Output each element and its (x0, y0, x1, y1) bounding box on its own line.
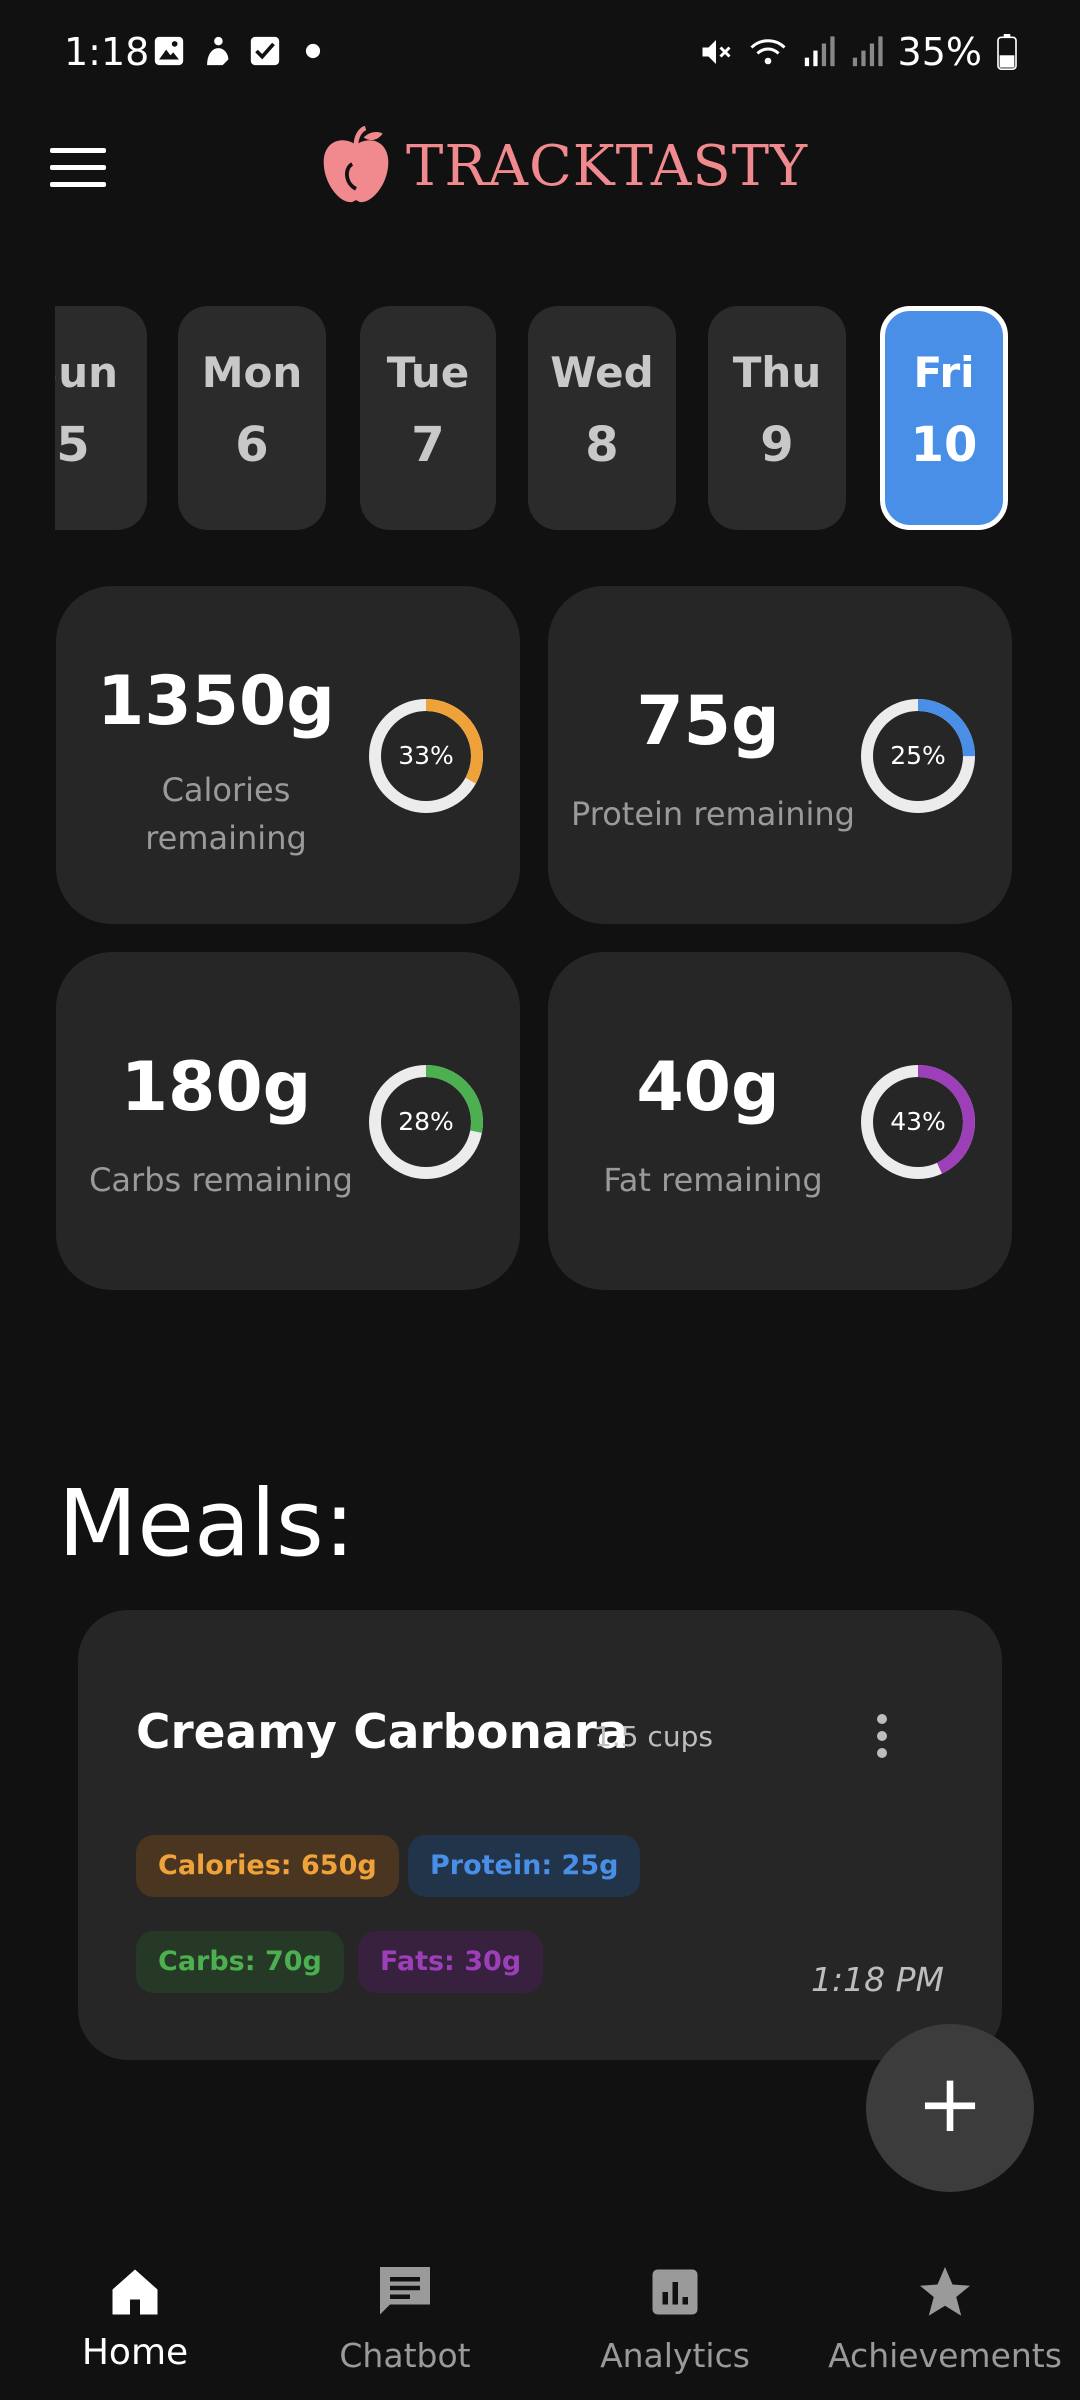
nav-chatbot[interactable]: Chatbot (270, 2228, 540, 2400)
day-date: 10 (910, 417, 978, 473)
fat-label: Fat remaining (603, 1161, 823, 1199)
day-date: 8 (585, 417, 619, 473)
protein-label: Protein remaining (571, 795, 855, 833)
carbs-value: 180g (120, 1048, 312, 1127)
system-icons: 35% (698, 30, 1018, 74)
bottom-navigation: Home Chatbot Analytics Achievements (0, 2228, 1080, 2400)
home-icon (112, 2269, 158, 2315)
day-date: 6 (235, 417, 269, 473)
day-date: 7 (411, 417, 445, 473)
star-icon (920, 2267, 970, 2316)
signal-icon-2 (852, 36, 883, 67)
day-date: 5 (56, 417, 90, 473)
day-sun[interactable]: Sun 5 (55, 306, 147, 530)
carbs-percent: 28% (398, 1107, 454, 1136)
protein-card[interactable]: 75g Protein remaining 25% (548, 586, 1012, 924)
meal-name: Creamy Carbonara (136, 1705, 629, 1760)
calories-label: Calories remaining (145, 771, 307, 857)
calories-card[interactable]: 1350g Calories remaining 33% (56, 586, 520, 924)
status-time: 1:18 (64, 30, 150, 74)
day-mon[interactable]: Mon 6 (178, 306, 326, 530)
hamburger-icon (50, 148, 106, 153)
day-name: Tue (386, 348, 470, 397)
carbs-chip: Carbs: 70g (136, 1931, 344, 1993)
day-name: Wed (550, 348, 654, 397)
mute-icon (702, 40, 731, 64)
nav-analytics-label: Analytics (600, 2336, 750, 2375)
nav-achievements[interactable]: Achievements (810, 2228, 1080, 2400)
calories-progress-ring: 33% (366, 696, 486, 816)
nav-home-label: Home (81, 2332, 189, 2373)
gallery-icon (154, 36, 184, 66)
protein-percent: 25% (890, 741, 946, 770)
battery-text: 35% (897, 30, 982, 74)
calories-value: 1350g (97, 662, 335, 741)
day-date: 9 (760, 417, 794, 473)
signal-icon (804, 36, 835, 67)
nav-chatbot-label: Chatbot (339, 2336, 471, 2375)
more-vert-icon (877, 1714, 887, 1724)
meals-heading: Meals: (58, 1470, 355, 1577)
app-name: TRACKTASTY (406, 133, 809, 199)
carbs-card[interactable]: 180g Carbs remaining 28% (56, 952, 520, 1290)
meal-card[interactable]: Creamy Carbonara 1.5 cups Calories: 650g… (78, 1610, 1002, 2060)
menu-button[interactable] (50, 148, 106, 192)
fitness-icon (207, 36, 229, 66)
protein-progress-ring: 25% (858, 696, 978, 816)
nav-analytics[interactable]: Analytics (540, 2228, 810, 2400)
apple-logo-icon (323, 126, 389, 203)
protein-chip: Protein: 25g (408, 1835, 641, 1897)
carbs-label: Carbs remaining (89, 1161, 353, 1199)
calories-percent: 33% (398, 741, 454, 770)
checkbox-icon (250, 36, 280, 66)
protein-value: 75g (636, 682, 780, 761)
fat-value: 40g (636, 1048, 780, 1127)
day-wed[interactable]: Wed 8 (528, 306, 676, 530)
analytics-icon (652, 2269, 698, 2315)
day-thu[interactable]: Thu 9 (708, 306, 846, 530)
fat-percent: 43% (890, 1107, 946, 1136)
day-name: Thu (732, 348, 822, 397)
app-logo: TRACKTASTY (318, 126, 808, 206)
fat-card[interactable]: 40g Fat remaining 43% (548, 952, 1012, 1290)
day-fri[interactable]: Fri 10 (880, 306, 1008, 530)
dot-icon (305, 43, 321, 59)
calories-chip: Calories: 650g (136, 1835, 399, 1897)
nav-home[interactable]: Home (0, 2228, 270, 2400)
day-name: Sun (55, 348, 119, 397)
add-meal-button[interactable]: + (866, 2024, 1034, 2192)
fat-progress-ring: 43% (858, 1062, 978, 1182)
nav-achievements-label: Achievements (828, 2336, 1062, 2375)
fats-chip: Fats: 30g (358, 1931, 544, 1993)
status-bar: 1:18 35% (0, 0, 1080, 110)
notification-icons (152, 34, 330, 68)
meal-options-button[interactable] (874, 1714, 890, 1758)
carbs-progress-ring: 28% (366, 1062, 486, 1182)
day-name: Mon (201, 348, 303, 397)
plus-icon: + (916, 2057, 984, 2150)
meal-quantity: 1.5 cups (594, 1720, 713, 1753)
chat-icon (380, 2267, 430, 2315)
meal-time: 1:18 PM (811, 1960, 944, 1999)
wifi-icon (749, 39, 786, 65)
day-name: Fri (913, 348, 975, 397)
day-tue[interactable]: Tue 7 (360, 306, 496, 530)
battery-icon (997, 34, 1017, 70)
